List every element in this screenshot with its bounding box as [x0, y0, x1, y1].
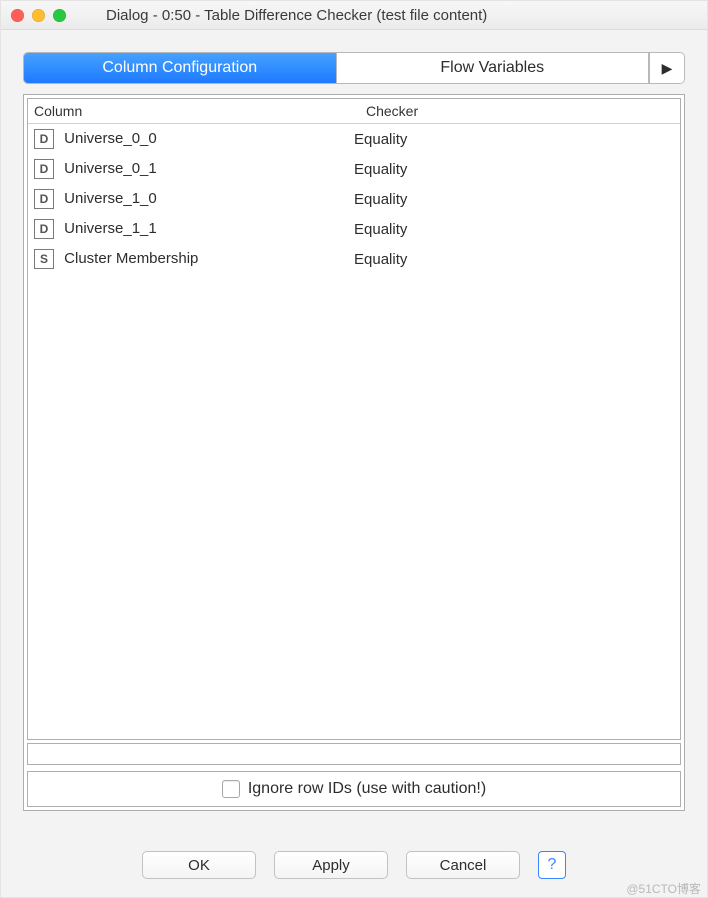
column-name: Universe_0_1 — [64, 160, 157, 177]
table-row[interactable]: D Universe_1_1 Equality — [28, 214, 680, 244]
ignore-rowids-row: Ignore row IDs (use with caution!) — [27, 771, 681, 807]
double-type-icon: D — [34, 189, 54, 209]
titlebar: Dialog - 0:50 - Table Difference Checker… — [1, 1, 707, 30]
close-window-button[interactable] — [11, 9, 24, 22]
dialog-window: Dialog - 0:50 - Table Difference Checker… — [0, 0, 708, 898]
apply-button[interactable]: Apply — [274, 851, 388, 879]
traffic-lights — [11, 9, 66, 22]
zoom-window-button[interactable] — [53, 9, 66, 22]
status-bar — [27, 743, 681, 765]
double-type-icon: D — [34, 159, 54, 179]
column-name: Cluster Membership — [64, 250, 198, 267]
double-type-icon: D — [34, 129, 54, 149]
ok-button[interactable]: OK — [142, 851, 256, 879]
table-row[interactable]: D Universe_1_0 Equality — [28, 184, 680, 214]
tab-overflow-button[interactable]: ▶ — [649, 53, 684, 83]
content-area: Column Configuration Flow Variables ▶ Co… — [1, 30, 707, 823]
chevron-right-icon: ▶ — [662, 60, 673, 77]
table-header: Column Checker — [28, 99, 680, 124]
window-title: Dialog - 0:50 - Table Difference Checker… — [66, 7, 707, 24]
ignore-rowids-checkbox[interactable] — [222, 780, 240, 798]
watermark: @51CTO博客 — [626, 880, 701, 897]
table-row[interactable]: D Universe_0_0 Equality — [28, 124, 680, 154]
checker-value: Equality — [354, 131, 674, 148]
column-name: Universe_1_1 — [64, 220, 157, 237]
table-row[interactable]: D Universe_0_1 Equality — [28, 154, 680, 184]
column-name: Universe_1_0 — [64, 190, 157, 207]
tab-column-configuration[interactable]: Column Configuration — [24, 53, 337, 83]
dialog-button-row: OK Apply Cancel ? — [1, 851, 707, 879]
minimize-window-button[interactable] — [32, 9, 45, 22]
tab-bar: Column Configuration Flow Variables ▶ — [23, 52, 685, 84]
checker-value: Equality — [354, 221, 674, 238]
ignore-rowids-label: Ignore row IDs (use with caution!) — [248, 780, 486, 798]
checker-value: Equality — [354, 191, 674, 208]
cancel-button[interactable]: Cancel — [406, 851, 520, 879]
column-name: Universe_0_0 — [64, 130, 157, 147]
string-type-icon: S — [34, 249, 54, 269]
help-button[interactable]: ? — [538, 851, 566, 879]
tab-flow-variables[interactable]: Flow Variables — [337, 53, 650, 83]
checker-value: Equality — [354, 161, 674, 178]
config-panel: Column Checker D Universe_0_0 Equality D… — [23, 94, 685, 811]
help-icon: ? — [548, 856, 557, 874]
header-checker[interactable]: Checker — [360, 99, 680, 123]
column-table[interactable]: Column Checker D Universe_0_0 Equality D… — [27, 98, 681, 740]
double-type-icon: D — [34, 219, 54, 239]
checker-value: Equality — [354, 251, 674, 268]
table-row[interactable]: S Cluster Membership Equality — [28, 244, 680, 274]
header-column[interactable]: Column — [28, 99, 360, 123]
